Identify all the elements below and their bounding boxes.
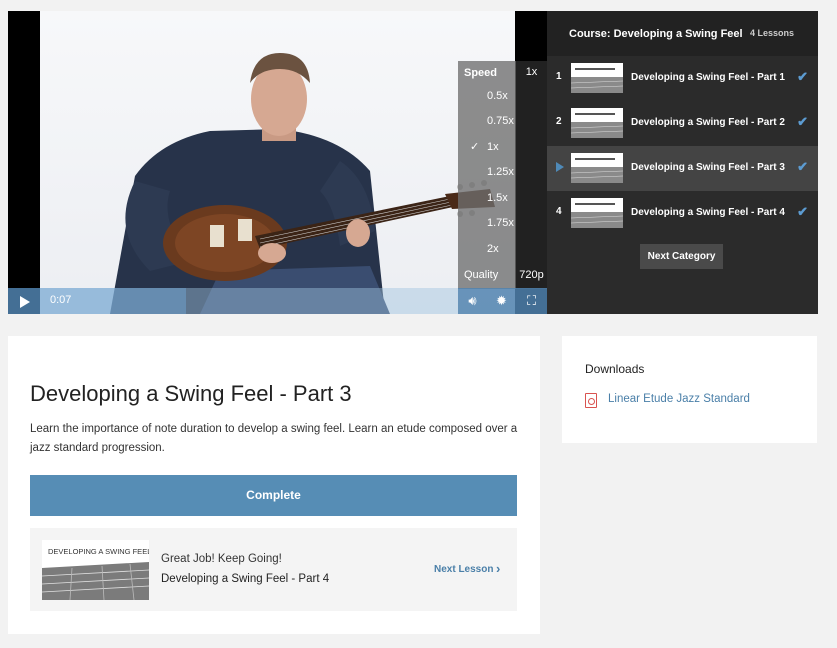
- lesson-name: Developing a Swing Feel - Part 3: [631, 162, 785, 173]
- now-playing-icon: [556, 162, 564, 172]
- lesson-content-card: Developing a Swing Feel - Part 3 Learn t…: [8, 336, 540, 634]
- complete-button[interactable]: Complete: [30, 475, 517, 516]
- downloads-card: Downloads Linear Etude Jazz Standard: [562, 336, 817, 443]
- volume-icon[interactable]: 🔊︎: [458, 288, 487, 314]
- lesson-item-1[interactable]: 1 Developing a Swing Feel - Part 1 ✔: [547, 56, 818, 101]
- chevron-right-icon[interactable]: ›: [496, 561, 500, 576]
- next-lesson-name: Developing a Swing Feel - Part 4: [161, 573, 330, 585]
- guitarist-video-still: [110, 53, 495, 314]
- speed-option[interactable]: 2x: [458, 239, 516, 261]
- lesson-count: 4 Lessons: [749, 28, 794, 38]
- speed-menu-title: Speed: [464, 67, 498, 79]
- speed-option[interactable]: 0.75x: [458, 111, 516, 133]
- check-icon: ✔: [797, 204, 808, 219]
- lesson-number: 4: [556, 206, 562, 217]
- speed-option[interactable]: 1.25x: [458, 162, 516, 184]
- lesson-number: 1: [556, 71, 562, 82]
- current-speed[interactable]: 1x: [516, 66, 547, 78]
- lesson-name: Developing a Swing Feel - Part 2: [631, 117, 785, 128]
- check-icon: ✓: [470, 141, 480, 153]
- pdf-icon: [585, 393, 597, 408]
- play-icon[interactable]: [8, 288, 40, 314]
- lesson-item-4[interactable]: 4 Developing a Swing Feel - Part 4 ✔: [547, 191, 818, 236]
- next-lesson-link[interactable]: Next Lesson: [434, 564, 493, 575]
- check-icon: ✔: [797, 114, 808, 129]
- lesson-item-2[interactable]: 2 Developing a Swing Feel - Part 2 ✔: [547, 101, 818, 146]
- downloads-title: Downloads: [585, 362, 645, 376]
- lesson-name: Developing a Swing Feel - Part 4: [631, 207, 785, 218]
- page-title: Developing a Swing Feel - Part 3: [30, 381, 352, 406]
- settings-values-strip: 1x 720p: [516, 61, 547, 289]
- speed-option[interactable]: 1.5x: [458, 188, 516, 210]
- course-header: Course: Developing a Swing Feel 4 Lesson…: [547, 11, 818, 56]
- speed-option-selected[interactable]: ✓ 1x: [458, 137, 516, 159]
- current-quality[interactable]: 720p: [516, 269, 547, 281]
- lesson-thumbnail: [571, 153, 623, 183]
- next-lesson-cheer: Great Job! Keep Going!: [161, 553, 282, 565]
- fullscreen-icon[interactable]: ⛶: [516, 288, 547, 314]
- video-controlbar: 0:07 🔊︎ ✹ ⛶: [8, 288, 547, 314]
- course-title: Course: Developing a Swing Feel: [569, 28, 743, 40]
- lesson-description: Learn the importance of note duration to…: [30, 423, 518, 454]
- gear-icon[interactable]: ✹: [487, 288, 516, 314]
- next-lesson-thumbnail: DEVELOPING A SWING FEEL: [42, 540, 149, 600]
- video-player[interactable]: Speed 0.5x 0.75x ✓ 1x 1.25x 1.5x 1.75x 2…: [8, 11, 547, 314]
- speed-option[interactable]: 1.75x: [458, 213, 516, 235]
- speed-menu: Speed 0.5x 0.75x ✓ 1x 1.25x 1.5x 1.75x 2…: [458, 61, 516, 289]
- lesson-thumbnail: [571, 63, 623, 93]
- download-link[interactable]: Linear Etude Jazz Standard: [608, 393, 750, 405]
- lesson-thumbnail: [571, 108, 623, 138]
- speed-option[interactable]: 0.5x: [458, 86, 516, 108]
- check-icon: ✔: [797, 69, 808, 84]
- next-lesson-card[interactable]: DEVELOPING A SWING FEEL Great Job! Keep …: [30, 528, 517, 611]
- quality-label[interactable]: Quality: [464, 269, 498, 281]
- video-frame[interactable]: [40, 11, 515, 314]
- next-category-button[interactable]: Next Category: [640, 244, 723, 269]
- lesson-name: Developing a Swing Feel - Part 1: [631, 72, 785, 83]
- progress-bar[interactable]: [40, 288, 458, 314]
- course-lesson-list: Course: Developing a Swing Feel 4 Lesson…: [547, 11, 818, 314]
- lesson-item-3-active[interactable]: Developing a Swing Feel - Part 3 ✔: [547, 146, 818, 191]
- lesson-number: 2: [556, 116, 562, 127]
- lesson-thumbnail: [571, 198, 623, 228]
- current-time: 0:07: [50, 294, 72, 306]
- check-icon: ✔: [797, 159, 808, 174]
- next-thumb-text: DEVELOPING A SWING FEEL: [48, 547, 149, 556]
